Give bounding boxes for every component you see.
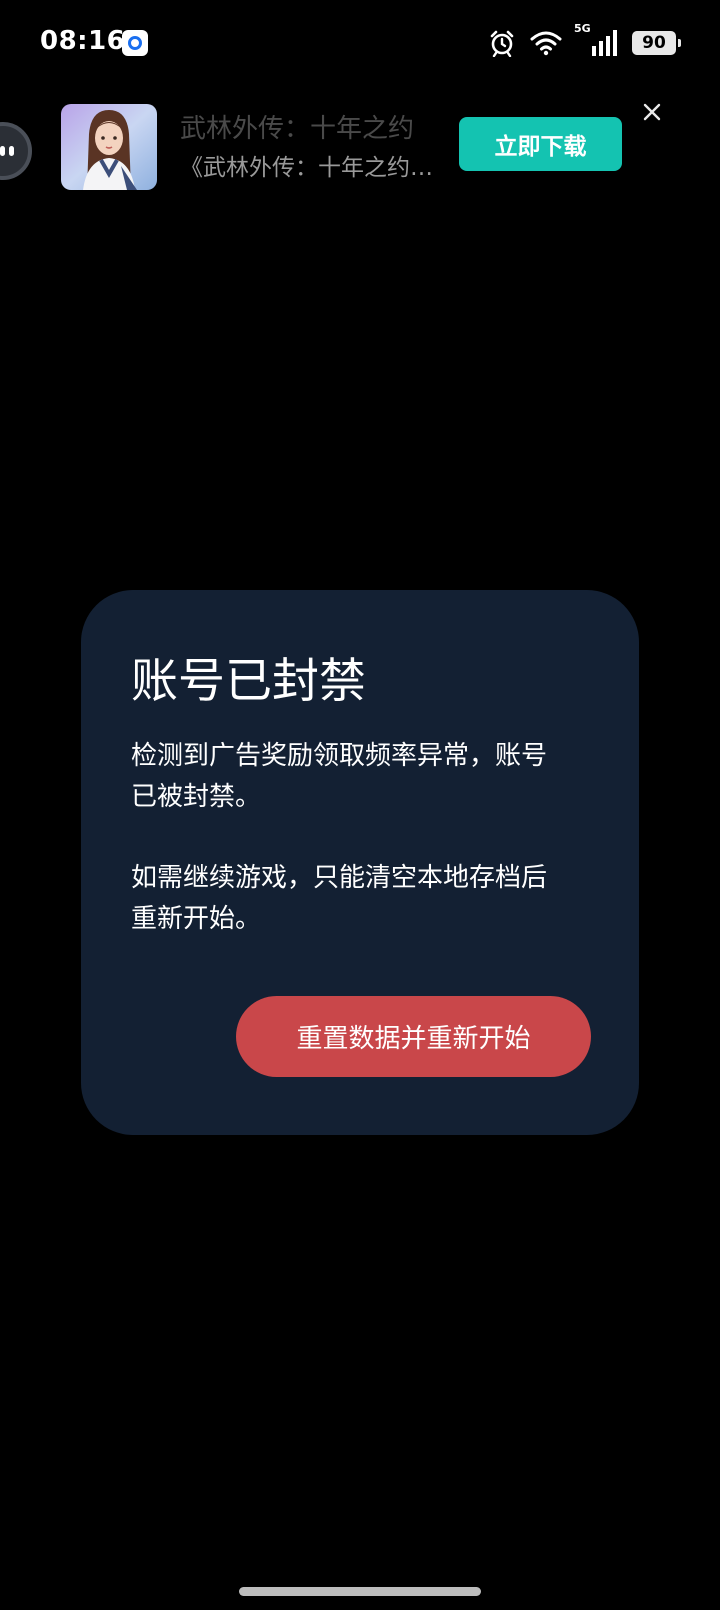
dialog-message-paragraph: 如需继续游戏，只能清空本地存档后重新开始。 bbox=[131, 863, 548, 934]
app-notification-icon bbox=[122, 30, 148, 56]
ad-game-thumbnail[interactable] bbox=[61, 104, 157, 190]
dialog-message: 检测到广告奖励领取频率异常，账号已被封禁。 如需继续游戏，只能清空本地存档后重新… bbox=[131, 736, 571, 980]
ad-download-button[interactable]: 立即下载 bbox=[459, 117, 622, 171]
battery-indicator: 90 bbox=[632, 31, 681, 55]
status-icons: 5G 90 bbox=[488, 22, 681, 60]
status-time: 08:16 bbox=[40, 26, 126, 56]
close-icon[interactable] bbox=[636, 96, 668, 128]
floating-assistant-ball[interactable] bbox=[0, 122, 32, 180]
dialog-title: 账号已封禁 bbox=[131, 654, 366, 709]
ad-subtitle[interactable]: 《武林外传：十年之约… bbox=[180, 148, 442, 182]
home-indicator[interactable] bbox=[239, 1587, 481, 1596]
wifi-icon bbox=[530, 31, 562, 56]
dialog-message-paragraph: 检测到广告奖励领取频率异常，账号已被封禁。 bbox=[131, 741, 548, 812]
reset-data-restart-button[interactable]: 重置数据并重新开始 bbox=[236, 996, 591, 1077]
alarm-icon bbox=[490, 30, 514, 57]
cell-signal: 5G bbox=[574, 22, 618, 58]
ad-title[interactable]: 武林外传：十年之约 bbox=[180, 108, 414, 145]
game-character-image bbox=[61, 104, 157, 190]
account-banned-dialog: 账号已封禁 检测到广告奖励领取频率异常，账号已被封禁。 如需继续游戏，只能清空本… bbox=[81, 590, 639, 1135]
ad-banner[interactable]: 武林外传：十年之约 《武林外传：十年之约… 立即下载 bbox=[0, 96, 720, 192]
status-bar: 08:16 5G 90 bbox=[0, 0, 720, 86]
signal-icon bbox=[592, 30, 617, 56]
